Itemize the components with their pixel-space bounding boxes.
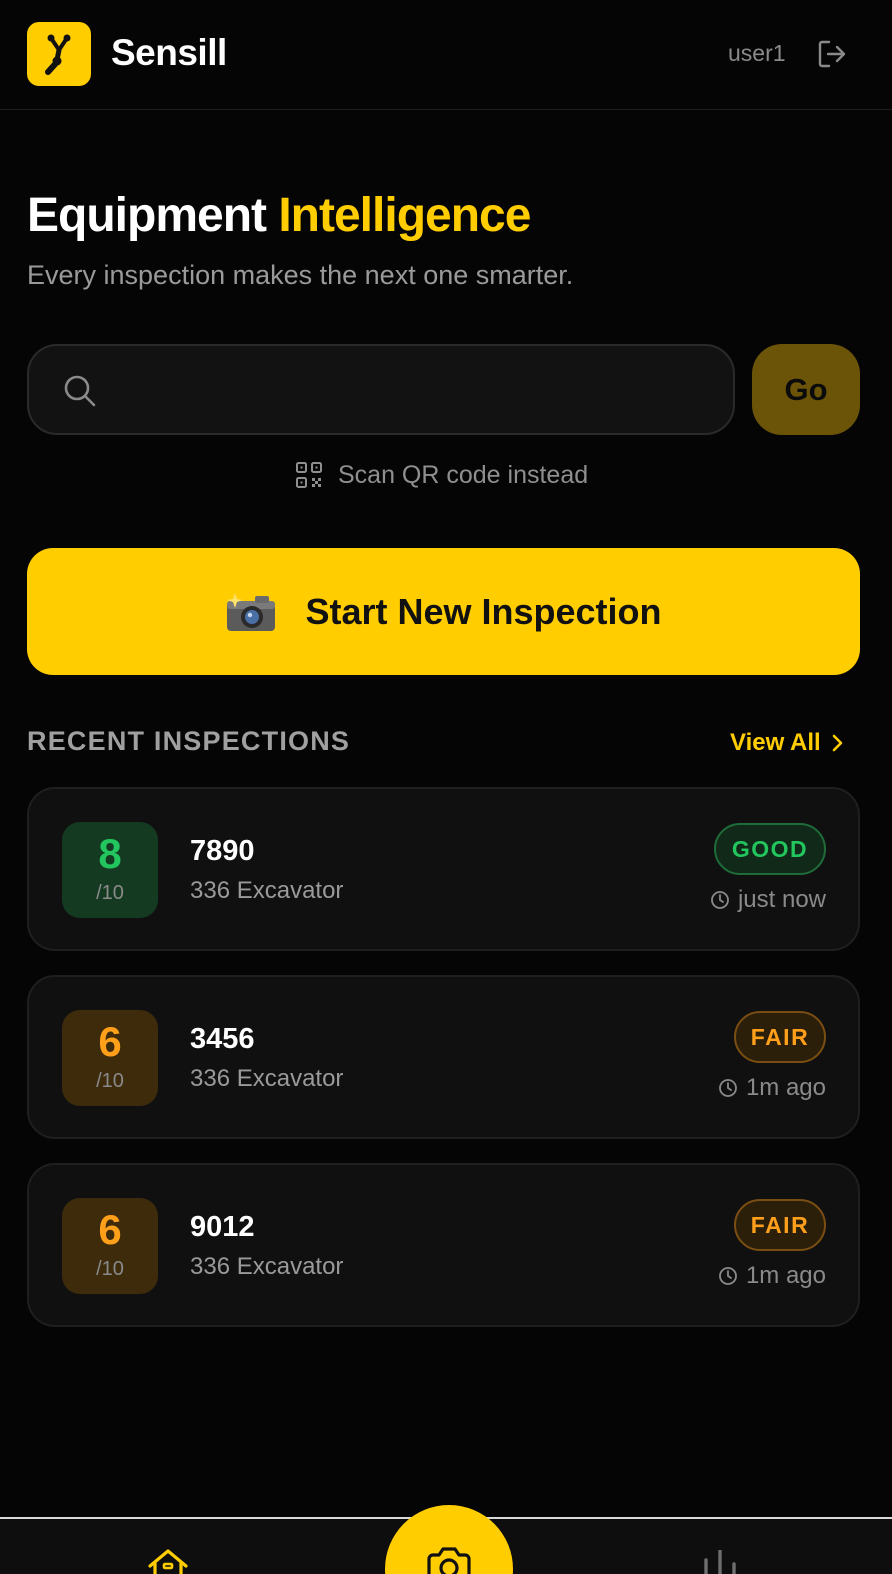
- time-label: 1m ago: [745, 1074, 826, 1101]
- status-badge: FAIR: [734, 1011, 826, 1063]
- score-max: /10: [96, 1258, 124, 1280]
- scan-qr-label: Scan QR code instead: [338, 460, 589, 489]
- search-input[interactable]: [119, 360, 709, 420]
- inspection-card[interactable]: 6 /10 3456 336 Excavator FAIR 1m ago: [27, 975, 860, 1139]
- clock-icon: [711, 891, 729, 909]
- search-icon: [64, 375, 96, 407]
- chevron-right-icon: [832, 734, 843, 752]
- score-max: /10: [96, 1070, 124, 1092]
- inspection-card[interactable]: 6 /10 9012 336 Excavator FAIR 1m ago: [27, 1163, 860, 1327]
- qr-code-icon: [296, 462, 322, 488]
- score-box: 6 /10: [62, 1010, 158, 1106]
- recent-inspections-heading: RECENT INSPECTIONS: [27, 726, 351, 756]
- view-all-label: View All: [730, 729, 821, 756]
- clock-icon: [719, 1079, 737, 1097]
- status-badge: FAIR: [734, 1199, 826, 1251]
- inspection-card[interactable]: 8 /10 7890 336 Excavator GOOD just now: [27, 787, 860, 951]
- page-title: Equipment Intelligence: [27, 188, 531, 243]
- scan-qr-link[interactable]: Scan QR code instead: [296, 458, 588, 492]
- inspection-time: just now: [710, 885, 826, 915]
- inspection-time: 1m ago: [718, 1261, 826, 1291]
- score-value: 6: [98, 1206, 122, 1253]
- equipment-model: 336 Excavator: [190, 1065, 344, 1092]
- camera-flash-icon: [227, 592, 276, 631]
- stats-icon[interactable]: [700, 1550, 740, 1574]
- page-subtitle: Every inspection makes the next one smar…: [27, 260, 574, 290]
- start-inspection-button[interactable]: Start New Inspection: [27, 548, 860, 675]
- app-screen: Sensill user1 Equipment Intelligence Eve…: [0, 0, 892, 1574]
- equipment-id: 3456: [190, 1023, 255, 1055]
- score-box: 8 /10: [62, 822, 158, 918]
- equipment-id: 7890: [190, 835, 255, 867]
- go-button[interactable]: Go: [752, 344, 860, 435]
- app-header: Sensill user1: [0, 0, 892, 110]
- equipment-id: 9012: [190, 1211, 255, 1243]
- logo[interactable]: [27, 22, 91, 86]
- start-inspection-label: Start New Inspection: [305, 590, 662, 632]
- status-badge: GOOD: [714, 823, 826, 875]
- camera-nav-button[interactable]: [385, 1505, 513, 1574]
- score-value: 8: [98, 830, 122, 877]
- page-title-accent: Intelligence: [278, 189, 531, 242]
- clock-icon: [719, 1267, 737, 1285]
- search-box[interactable]: [27, 344, 735, 435]
- score-max: /10: [96, 882, 124, 904]
- username-label: user1: [728, 40, 786, 66]
- logout-icon[interactable]: [816, 38, 848, 70]
- equipment-model: 336 Excavator: [190, 1253, 344, 1280]
- time-label: 1m ago: [745, 1262, 826, 1289]
- inspection-time: 1m ago: [718, 1073, 826, 1103]
- home-icon[interactable]: [146, 1548, 190, 1574]
- robot-arm-icon: [45, 34, 71, 75]
- score-value: 6: [98, 1018, 122, 1065]
- camera-icon: [427, 1547, 471, 1574]
- page-title-main: Equipment: [27, 189, 267, 242]
- brand-name: Sensill: [111, 32, 227, 73]
- time-label: just now: [737, 886, 826, 913]
- score-box: 6 /10: [62, 1198, 158, 1294]
- equipment-model: 336 Excavator: [190, 877, 344, 904]
- view-all-link[interactable]: View All: [730, 726, 845, 760]
